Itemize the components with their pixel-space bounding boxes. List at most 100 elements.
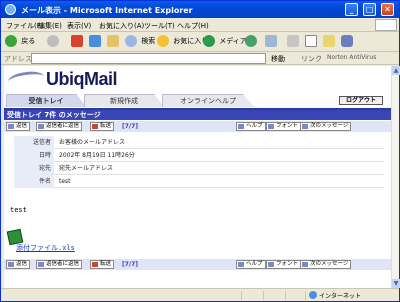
status-bar: インターネット xyxy=(1,288,399,301)
action-bar-bottom: 返信 返信者に返信 転送 [7/7] ヘルプ フォント 次のメッセージ xyxy=(4,259,391,270)
back-button[interactable]: 戻る xyxy=(5,35,35,49)
history-icon xyxy=(245,35,257,47)
logout-button[interactable]: ログアウト xyxy=(338,96,383,105)
mail-button[interactable] xyxy=(265,35,277,49)
history-button[interactable] xyxy=(245,35,257,49)
header-row-subject: 件名 test xyxy=(14,175,384,188)
stop-icon xyxy=(71,35,83,47)
stop-button[interactable] xyxy=(71,35,83,49)
home-icon xyxy=(107,35,119,47)
reply-all-icon xyxy=(38,262,44,267)
minimize-button[interactable]: _ xyxy=(345,3,358,16)
menu-view[interactable]: 表示(V) xyxy=(67,21,91,31)
font-icon xyxy=(268,262,274,267)
internet-globe-icon xyxy=(309,291,317,299)
back-arrow-icon xyxy=(5,35,17,47)
star-icon xyxy=(157,35,169,47)
discuss-icon xyxy=(341,35,353,47)
page-indicator: [7/7] xyxy=(122,261,139,268)
tab-inbox[interactable]: 受信トレイ xyxy=(6,94,86,107)
status-divider xyxy=(263,291,264,300)
print-icon xyxy=(287,35,299,47)
reply-icon xyxy=(8,262,14,267)
menu-edit[interactable]: 編集(E) xyxy=(38,21,62,31)
tab-bar: 受信トレイ 新規作成 オンラインヘルプ xyxy=(4,94,391,108)
messenger-button[interactable] xyxy=(323,35,335,49)
next-icon xyxy=(302,124,308,129)
mail-title: 受信トレイ 7件 のメッセージ xyxy=(4,110,391,120)
search-icon xyxy=(125,35,137,47)
refresh-button[interactable] xyxy=(89,35,101,49)
forward-arrow-icon xyxy=(47,35,59,47)
search-button[interactable]: 検索 xyxy=(125,35,155,49)
refresh-icon xyxy=(89,35,101,47)
help-button[interactable]: ヘルプ xyxy=(236,122,266,131)
scroll-down-icon[interactable]: ▼ xyxy=(392,279,400,288)
help-button[interactable]: ヘルプ xyxy=(236,260,266,269)
windows-logo-icon xyxy=(375,19,397,31)
forward-icon xyxy=(92,262,98,267)
next-message-button[interactable]: 次のメッセージ xyxy=(300,260,352,269)
menu-favorites[interactable]: お気に入り(A) xyxy=(99,21,144,31)
font-icon xyxy=(268,124,274,129)
mail-headers: 送信者 お客様のメールアドレス 日時 2002年 8月19日 11時26分 宛先… xyxy=(14,136,384,188)
help-icon xyxy=(238,124,244,129)
next-message-button[interactable]: 次のメッセージ xyxy=(300,122,352,131)
browser-window: メール表示 - Microsoft Internet Explorer _ □ … xyxy=(0,0,400,302)
reply-button[interactable]: 返信 xyxy=(6,122,31,131)
mail-body: test xyxy=(10,206,27,214)
reply-all-button[interactable]: 返信者に返信 xyxy=(36,122,83,131)
close-button[interactable]: ✕ xyxy=(381,3,394,16)
status-divider xyxy=(285,291,286,300)
page-indicator: [7/7] xyxy=(122,123,139,130)
address-bar: アドレス(D) 移動 リンク Norton AntiVirus xyxy=(1,52,399,65)
edit-icon xyxy=(305,35,317,47)
status-divider xyxy=(241,291,242,300)
media-button[interactable]: メディア xyxy=(203,35,247,49)
address-input[interactable] xyxy=(31,53,266,64)
action-bar-top: 返信 返信者に返信 転送 [7/7] ヘルプ フォント 次のメッセージ xyxy=(4,121,391,132)
home-button[interactable] xyxy=(107,35,119,49)
font-button[interactable]: フォント xyxy=(266,260,302,269)
media-icon xyxy=(203,35,215,47)
font-button[interactable]: フォント xyxy=(266,122,302,131)
menu-help[interactable]: ヘルプ(H) xyxy=(177,21,209,31)
forward-mail-button[interactable]: 転送 xyxy=(90,260,115,269)
menu-tools[interactable]: ツール(T) xyxy=(144,21,175,31)
logo-swoosh-icon xyxy=(7,69,45,89)
attachment-link[interactable]: 添付ファイル.xls xyxy=(16,243,75,253)
messenger-icon xyxy=(323,35,335,47)
status-divider xyxy=(305,291,306,300)
app-logo: UbiqMail xyxy=(46,69,118,89)
reply-button[interactable]: 返信 xyxy=(6,260,31,269)
tab-compose[interactable]: 新規作成 xyxy=(84,94,164,107)
header-row-date: 日時 2002年 8月19日 11時26分 xyxy=(14,149,384,162)
title-bar: メール表示 - Microsoft Internet Explorer _ □ … xyxy=(1,1,399,18)
app-header: UbiqMail xyxy=(4,66,391,92)
links-button[interactable]: リンク xyxy=(301,54,322,64)
header-row-to: 宛先 宛先メールアドレス xyxy=(14,162,384,175)
edit-button[interactable] xyxy=(305,35,317,49)
forward-icon xyxy=(92,124,98,129)
next-icon xyxy=(302,262,308,267)
maximize-button[interactable]: □ xyxy=(363,3,376,16)
discuss-button[interactable] xyxy=(341,35,353,49)
window-title: メール表示 - Microsoft Internet Explorer xyxy=(21,6,193,15)
vertical-scrollbar[interactable]: ▲ ▼ xyxy=(391,66,400,288)
ie-icon xyxy=(5,4,16,15)
scroll-up-icon[interactable]: ▲ xyxy=(392,66,400,75)
forward-button[interactable] xyxy=(47,35,59,49)
favorites-button[interactable]: お気に入り xyxy=(157,35,208,49)
forward-mail-button[interactable]: 転送 xyxy=(90,122,115,131)
help-icon xyxy=(238,262,244,267)
go-button[interactable]: 移動 xyxy=(271,54,285,64)
menu-bar: ファイル(F) 編集(E) 表示(V) お気に入り(A) ツール(T) ヘルプ(… xyxy=(1,18,399,32)
reply-all-button[interactable]: 返信者に返信 xyxy=(36,260,83,269)
norton-antivirus-button[interactable]: Norton AntiVirus xyxy=(327,54,376,61)
page-content: UbiqMail 受信トレイ 新規作成 オンラインヘルプ ログアウト 受信トレイ… xyxy=(4,66,391,288)
toolbar: 戻る 検索 お気に入り メディア xyxy=(1,32,399,52)
header-row-sender: 送信者 お客様のメールアドレス xyxy=(14,136,384,149)
mail-icon xyxy=(265,35,277,47)
tab-online-help[interactable]: オンラインヘルプ xyxy=(162,94,254,107)
print-button[interactable] xyxy=(287,35,299,49)
